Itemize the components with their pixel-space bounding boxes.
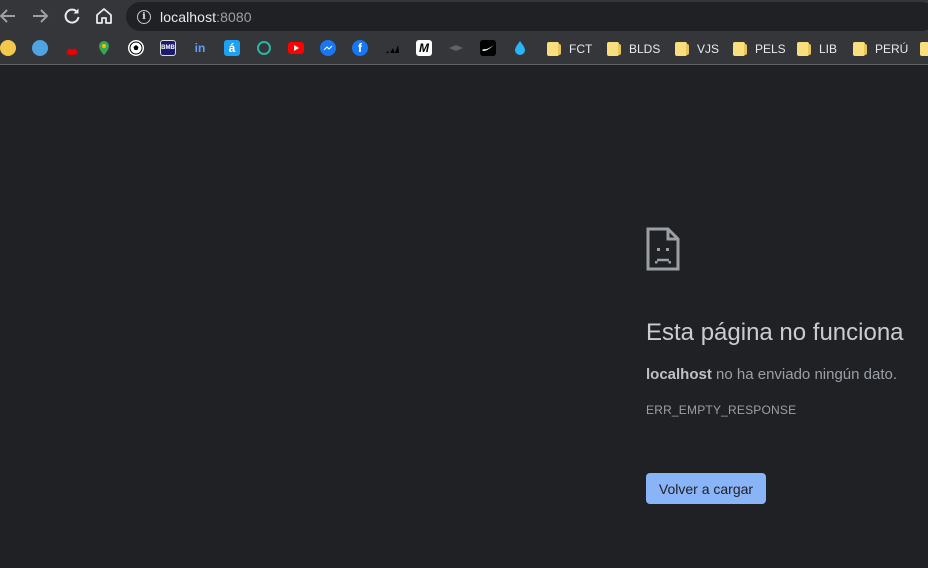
bookmark-folder-blds[interactable]: BLDS: [607, 39, 660, 59]
reload-button[interactable]: [60, 4, 84, 28]
arrow-left-icon: [0, 9, 15, 23]
google-maps-icon[interactable]: [96, 40, 112, 56]
url-text[interactable]: localhost:8080: [160, 9, 252, 25]
error-page: Esta página no funciona localhost no ha …: [0, 66, 928, 568]
folder-icon: [607, 42, 621, 56]
error-host: localhost: [646, 366, 712, 383]
folder-icon: [797, 42, 811, 56]
folder-icon: [733, 42, 747, 56]
bookmark-folder-pels[interactable]: PELS: [733, 39, 786, 59]
folder-icon: [920, 42, 928, 56]
reload-page-button[interactable]: Volver a cargar: [646, 473, 766, 504]
error-message-text: no ha enviado ningún dato.: [711, 366, 898, 383]
circle-logo-icon[interactable]: [256, 40, 272, 56]
linkedin-icon[interactable]: in: [192, 40, 208, 56]
home-button[interactable]: [92, 4, 116, 28]
gray-logo-icon[interactable]: [448, 40, 464, 56]
browser-toolbar: i localhost:8080: [0, 0, 928, 33]
soccer-ball-icon[interactable]: [128, 40, 144, 56]
adidas-icon[interactable]: [384, 40, 400, 56]
address-bar[interactable]: i localhost:8080: [126, 2, 928, 31]
bmb-icon[interactable]: BMB: [160, 40, 176, 56]
folder-label: BLDS: [629, 42, 661, 56]
folder-icon: [853, 42, 867, 56]
error-message: localhost no ha enviado ningún dato.: [646, 366, 897, 383]
folder-label: PERÚ: [875, 42, 909, 56]
bookmark-folder-overflow[interactable]: [920, 39, 928, 59]
error-code: ERR_EMPTY_RESPONSE: [646, 403, 797, 417]
pokeball-icon[interactable]: [0, 40, 16, 56]
bookmark-folder-vjs[interactable]: VJS: [675, 39, 719, 59]
forward-button[interactable]: [28, 4, 52, 28]
url-port: :8080: [216, 8, 252, 25]
m-logo-icon[interactable]: M: [416, 40, 432, 56]
folder-label: VJS: [697, 42, 720, 56]
santander-icon[interactable]: [64, 40, 80, 56]
bookmark-folder-fct[interactable]: FCT: [547, 39, 592, 59]
bookmarks-bar: BMB in á f M FCT BLDS VJS PELS LIB PERÚ: [0, 33, 928, 65]
folder-icon: [547, 42, 561, 56]
info-icon[interactable]: i: [137, 9, 151, 24]
messenger-icon[interactable]: [320, 40, 336, 56]
url-host: localhost: [160, 8, 217, 25]
nike-icon[interactable]: [480, 40, 496, 56]
drop-icon[interactable]: [512, 40, 528, 56]
error-title: Esta página no funciona: [646, 319, 904, 346]
folder-label: FCT: [569, 42, 593, 56]
reload-icon: [64, 8, 80, 24]
arrow-right-icon: [33, 9, 49, 23]
bookmark-folder-lib[interactable]: LIB: [797, 39, 837, 59]
youtube-icon[interactable]: [288, 42, 304, 54]
sad-document-icon: [646, 227, 680, 271]
folder-icon: [675, 42, 689, 56]
folder-label: PELS: [755, 42, 786, 56]
home-icon: [96, 8, 112, 24]
facebook-icon[interactable]: f: [352, 40, 368, 56]
bold-a-icon[interactable]: á: [224, 40, 240, 56]
bookmark-folder-peru[interactable]: PERÚ: [853, 39, 908, 59]
folder-label: LIB: [819, 42, 838, 56]
back-button[interactable]: [0, 4, 20, 28]
mexico-flag-icon[interactable]: [32, 40, 48, 56]
